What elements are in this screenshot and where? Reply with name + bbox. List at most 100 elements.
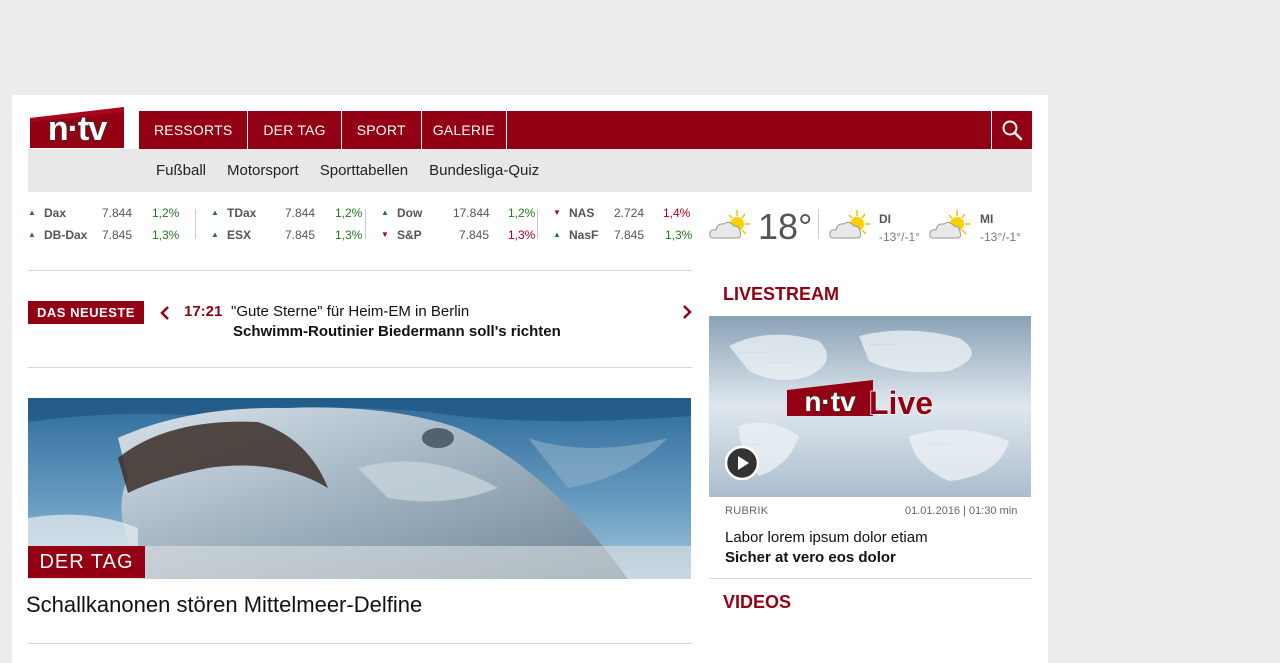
stock-row[interactable]: ▲ Dax 7.844 1,2% bbox=[28, 205, 188, 221]
news-headline-kicker[interactable]: "Gute Sterne" für Heim-EM in Berlin bbox=[231, 303, 469, 320]
stock-value: 7.845 bbox=[459, 228, 490, 242]
stock-name: S&P bbox=[397, 228, 422, 242]
play-icon[interactable] bbox=[724, 445, 760, 481]
search-button[interactable] bbox=[991, 111, 1032, 149]
weather-widget[interactable]: 18° DI -13°/-1° MI -13°/-1° bbox=[709, 205, 1029, 249]
stock-name: Dow bbox=[397, 206, 423, 220]
stock-value: 17.844 bbox=[453, 206, 490, 220]
divider bbox=[28, 643, 692, 644]
stock-change: 1,2% bbox=[152, 206, 180, 220]
stock-name: TDax bbox=[227, 206, 257, 220]
arrow-up-icon: ▲ bbox=[211, 230, 219, 239]
nav-sport[interactable]: SPORT bbox=[342, 111, 422, 149]
livestream-category: RUBRIK bbox=[725, 505, 769, 517]
latest-news-badge: DAS NEUESTE bbox=[28, 301, 144, 324]
stock-value: 7.845 bbox=[102, 228, 133, 242]
livestream-meta: 01.01.2016 | 01:30 min bbox=[905, 505, 1018, 517]
livestream-video[interactable]: · · · · · · · · · · · · · · · · · · · · … bbox=[709, 316, 1031, 497]
stock-name: NasF bbox=[569, 228, 599, 242]
livestream-heading[interactable]: LIVESTREAM bbox=[723, 284, 839, 305]
divider bbox=[28, 270, 692, 271]
stock-group: ▼ NAS 2.724 1,4% ▲ NasF 7.845 1,3% bbox=[553, 205, 713, 245]
stock-row[interactable]: ▲ DB-Dax 7.845 1,3% bbox=[28, 227, 188, 243]
stock-group: ▲ Dow 17.844 1,2% ▼ S&P 7.845 1,3% bbox=[381, 205, 541, 245]
divider bbox=[365, 209, 366, 239]
stock-row[interactable]: ▲ TDax 7.844 1,2% bbox=[211, 205, 371, 221]
partly-cloudy-icon bbox=[929, 208, 971, 242]
search-icon bbox=[1002, 120, 1023, 141]
forecast-day: MI bbox=[980, 212, 994, 226]
forecast-range: -13°/-1° bbox=[879, 230, 920, 244]
svg-text:· · · · · · · · ·: · · · · · · · · · bbox=[769, 360, 790, 365]
stock-value: 7.845 bbox=[285, 228, 316, 242]
svg-text:· · · · · · · ·: · · · · · · · · bbox=[889, 356, 907, 361]
stock-change: 1,4% bbox=[663, 206, 691, 220]
news-headline[interactable]: Schwimm-Routinier Biedermann soll's rich… bbox=[233, 323, 561, 340]
svg-text:· · · · · · · · · · · ·: · · · · · · · · · · · · bbox=[739, 350, 767, 355]
hero-image[interactable]: DER TAG bbox=[28, 398, 691, 579]
subnav-fussball[interactable]: Fußball bbox=[156, 162, 206, 179]
svg-text:· · · · · · · · ·: · · · · · · · · · bbox=[929, 442, 950, 447]
stock-value: 7.845 bbox=[614, 228, 645, 242]
nav-der-tag[interactable]: DER TAG bbox=[248, 111, 342, 149]
divider bbox=[537, 209, 538, 239]
stock-change: 1,3% bbox=[152, 228, 180, 242]
news-time: 17:21 bbox=[184, 303, 223, 320]
stock-name: NAS bbox=[569, 206, 595, 220]
stock-change: 1,2% bbox=[335, 206, 363, 220]
svg-text:n·tv: n·tv bbox=[48, 110, 107, 148]
divider bbox=[28, 367, 692, 368]
forecast-day: DI bbox=[879, 212, 891, 226]
stock-change: 1,2% bbox=[508, 206, 536, 220]
forecast-range: -13°/-1° bbox=[980, 230, 1021, 244]
videos-heading[interactable]: VIDEOS bbox=[723, 592, 791, 613]
arrow-up-icon: ▲ bbox=[28, 230, 36, 239]
stock-change: 1,3% bbox=[335, 228, 363, 242]
stock-name: ESX bbox=[227, 228, 252, 242]
stock-ticker: ▲ Dax 7.844 1,2% ▲ DB-Dax 7.845 1,3% ▲ T… bbox=[28, 205, 692, 245]
arrow-up-icon: ▲ bbox=[28, 208, 36, 217]
stock-row[interactable]: ▼ S&P 7.845 1,3% bbox=[381, 227, 541, 243]
subnav-sporttabellen[interactable]: Sporttabellen bbox=[320, 162, 408, 179]
stock-row[interactable]: ▲ ESX 7.845 1,3% bbox=[211, 227, 371, 243]
stock-name: Dax bbox=[44, 206, 67, 220]
arrow-down-icon: ▼ bbox=[553, 208, 561, 217]
stock-name: DB-Dax bbox=[44, 228, 88, 242]
current-temperature: 18° bbox=[758, 206, 813, 247]
stock-group: ▲ TDax 7.844 1,2% ▲ ESX 7.845 1,3% bbox=[211, 205, 371, 245]
stock-value: 7.844 bbox=[102, 206, 133, 220]
livestream-kicker[interactable]: Labor lorem ipsum dolor etiam bbox=[725, 529, 928, 546]
svg-text:· · · · · · · · · · ·: · · · · · · · · · · · bbox=[869, 342, 895, 347]
stock-change: 1,3% bbox=[508, 228, 536, 242]
arrow-down-icon: ▼ bbox=[381, 230, 389, 239]
partly-cloudy-icon bbox=[709, 208, 751, 242]
stock-group: ▲ Dax 7.844 1,2% ▲ DB-Dax 7.845 1,3% bbox=[28, 205, 188, 245]
livestream-title[interactable]: Sicher at vero eos dolor bbox=[725, 549, 896, 566]
stock-row[interactable]: ▲ NasF 7.845 1,3% bbox=[553, 227, 713, 243]
divider bbox=[818, 209, 819, 239]
nav-ressorts[interactable]: RESSORTS bbox=[139, 111, 249, 149]
subnav-bundesliga-quiz[interactable]: Bundesliga-Quiz bbox=[429, 162, 539, 179]
divider bbox=[709, 578, 1032, 579]
stock-value: 7.844 bbox=[285, 206, 316, 220]
stock-value: 2.724 bbox=[614, 206, 645, 220]
stock-row[interactable]: ▼ NAS 2.724 1,4% bbox=[553, 205, 713, 221]
svg-text:n·tv: n·tv bbox=[804, 386, 856, 417]
nav-galerie[interactable]: GALERIE bbox=[422, 111, 507, 149]
stock-row[interactable]: ▲ Dow 17.844 1,2% bbox=[381, 205, 541, 221]
page-container: n·tv RESSORTS DER TAG SPORT GALERIE Fußb… bbox=[12, 95, 1048, 663]
sub-nav: Fußball Motorsport Sporttabellen Bundesl… bbox=[28, 149, 1032, 192]
ntv-logo[interactable]: n·tv bbox=[28, 104, 126, 150]
svg-text:Live: Live bbox=[869, 385, 933, 421]
arrow-up-icon: ▲ bbox=[553, 230, 561, 239]
arrow-up-icon: ▲ bbox=[211, 208, 219, 217]
arrow-up-icon: ▲ bbox=[381, 208, 389, 217]
subnav-motorsport[interactable]: Motorsport bbox=[227, 162, 299, 179]
chevron-left-icon[interactable] bbox=[160, 305, 170, 321]
partly-cloudy-icon bbox=[829, 208, 871, 242]
divider bbox=[195, 209, 196, 239]
main-nav: RESSORTS DER TAG SPORT GALERIE bbox=[139, 111, 1032, 149]
der-tag-label: DER TAG bbox=[28, 546, 145, 578]
chevron-right-icon[interactable] bbox=[682, 304, 692, 320]
hero-headline[interactable]: Schallkanonen stören Mittelmeer-Delfine bbox=[26, 592, 422, 618]
